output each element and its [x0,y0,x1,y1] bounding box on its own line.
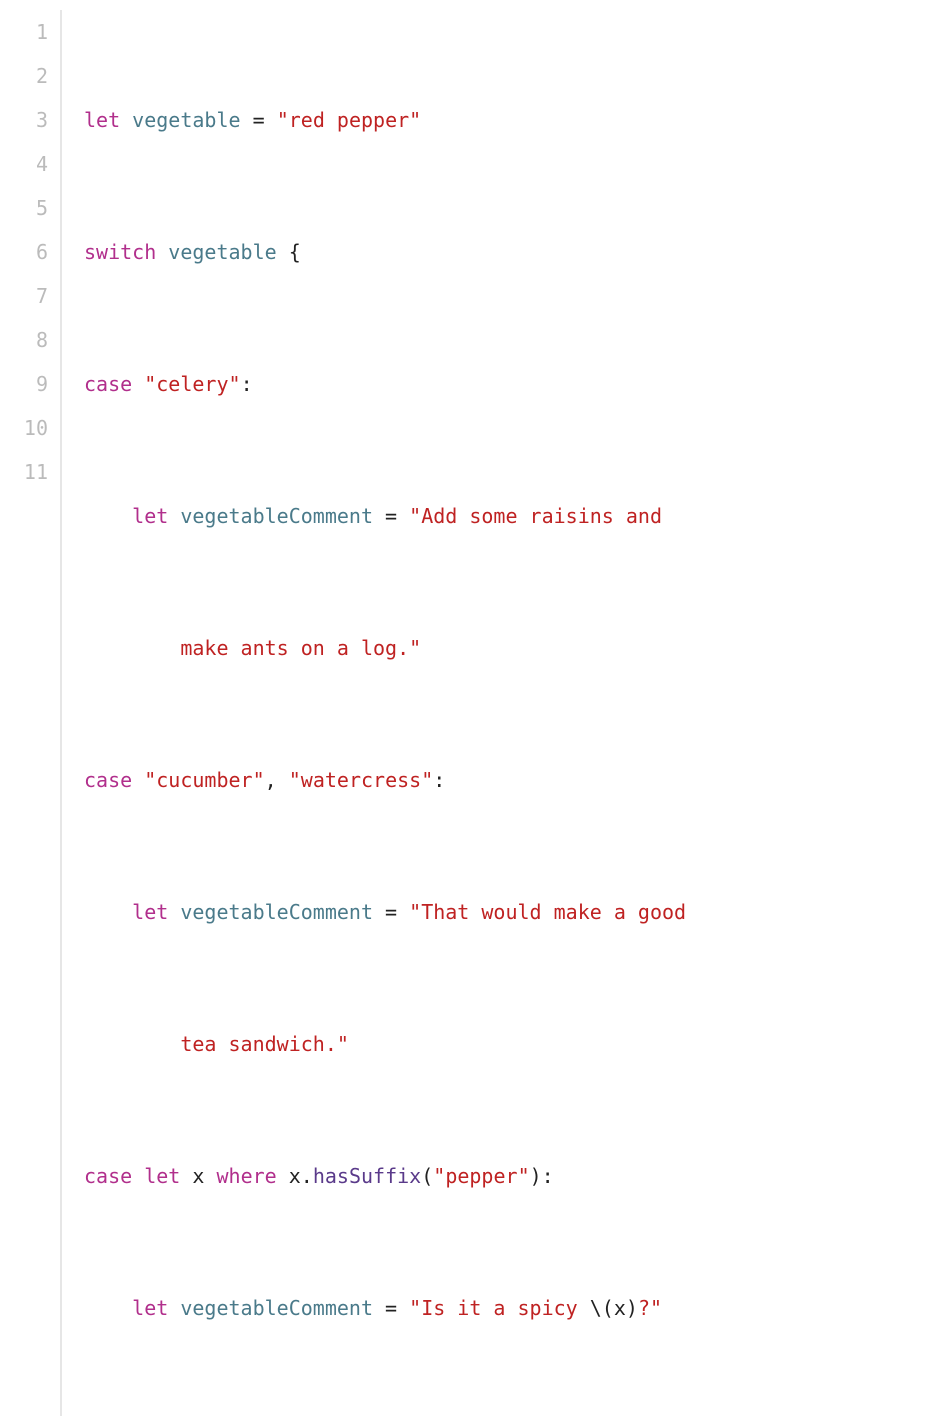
keyword-let: let [84,108,120,132]
code-line: let vegetableComment = "Add some raisins… [84,494,946,538]
keyword-let: let [132,900,168,924]
string-quote: " [409,1296,421,1320]
equals-operator: = [385,1296,397,1320]
identifier: x [614,1296,626,1320]
line-number: 3 [0,98,48,142]
string-quote: " [253,768,265,792]
keyword-switch: switch [84,240,156,264]
interpolation-open: \( [590,1296,614,1320]
keyword-case: case [84,1164,132,1188]
string-quote: " [409,504,421,528]
keyword-case: case [84,768,132,792]
identifier: vegetableComment [180,504,373,528]
string-literal: watercress [301,768,421,792]
string-literal: pepper [445,1164,517,1188]
code-content[interactable]: let vegetable = "red pepper" switch vege… [84,10,946,1416]
identifier: x [192,1164,204,1188]
right-paren: ) [530,1164,542,1188]
code-line: switch vegetable { [84,230,946,274]
code-line-wrap: make ants on a log." [84,626,946,670]
left-brace: { [289,240,301,264]
method-call: hasSuffix [313,1164,421,1188]
dot: . [301,1164,313,1188]
equals-operator: = [253,108,265,132]
string-quote: " [421,768,433,792]
identifier: vegetableComment [180,1296,373,1320]
identifier: vegetable [132,108,240,132]
identifier: vegetableComment [180,900,373,924]
string-quote: " [144,372,156,396]
keyword-let: let [144,1164,180,1188]
left-paren: ( [421,1164,433,1188]
keyword-let: let [132,504,168,528]
colon: : [433,768,445,792]
code-line: case "celery": [84,362,946,406]
code-line: case let x where x.hasSuffix("pepper"): [84,1154,946,1198]
code-line: let vegetableComment = "That would make … [84,890,946,934]
string-literal: make ants on a log. [180,636,409,660]
colon: : [241,372,253,396]
code-block: 1 2 3 4 5 6 7 8 9 10 11 let vegetable = … [0,0,946,1416]
code-line-wrap: tea sandwich." [84,1022,946,1066]
identifier: x [289,1164,301,1188]
comma: , [265,768,277,792]
code-line: let vegetable = "red pepper" [84,98,946,142]
string-quote: " [433,1164,445,1188]
line-number: 8 [0,318,48,362]
string-quote: " [144,768,156,792]
line-number: 7 [0,274,48,318]
identifier: vegetable [168,240,276,264]
string-quote: " [289,768,301,792]
equals-operator: = [385,900,397,924]
string-literal: celery [156,372,228,396]
line-number: 5 [0,186,48,230]
string-literal: red pepper [289,108,409,132]
string-quote: " [409,636,421,660]
string-literal: cucumber [156,768,252,792]
string-quote: " [409,900,421,924]
string-quote: " [409,108,421,132]
string-quote: " [518,1164,530,1188]
equals-operator: = [385,504,397,528]
string-literal: Is it a spicy [421,1296,590,1320]
code-line: case "cucumber", "watercress": [84,758,946,802]
line-number: 6 [0,230,48,274]
keyword-where: where [216,1164,276,1188]
line-number: 11 [0,450,48,494]
string-quote: " [337,1032,349,1056]
string-literal: ? [638,1296,650,1320]
line-number: 9 [0,362,48,406]
keyword-let: let [132,1296,168,1320]
string-quote: " [277,108,289,132]
line-number: 4 [0,142,48,186]
line-number: 10 [0,406,48,450]
string-literal: Add some raisins and [421,504,662,528]
line-number: 1 [0,10,48,54]
string-quote: " [229,372,241,396]
interpolation-close: ) [626,1296,638,1320]
line-number-gutter: 1 2 3 4 5 6 7 8 9 10 11 [0,10,62,1416]
colon: : [542,1164,554,1188]
string-literal: That would make a good [421,900,686,924]
string-quote: " [650,1296,662,1320]
line-number: 2 [0,54,48,98]
code-line: let vegetableComment = "Is it a spicy \(… [84,1286,946,1330]
keyword-case: case [84,372,132,396]
string-literal: tea sandwich. [180,1032,337,1056]
